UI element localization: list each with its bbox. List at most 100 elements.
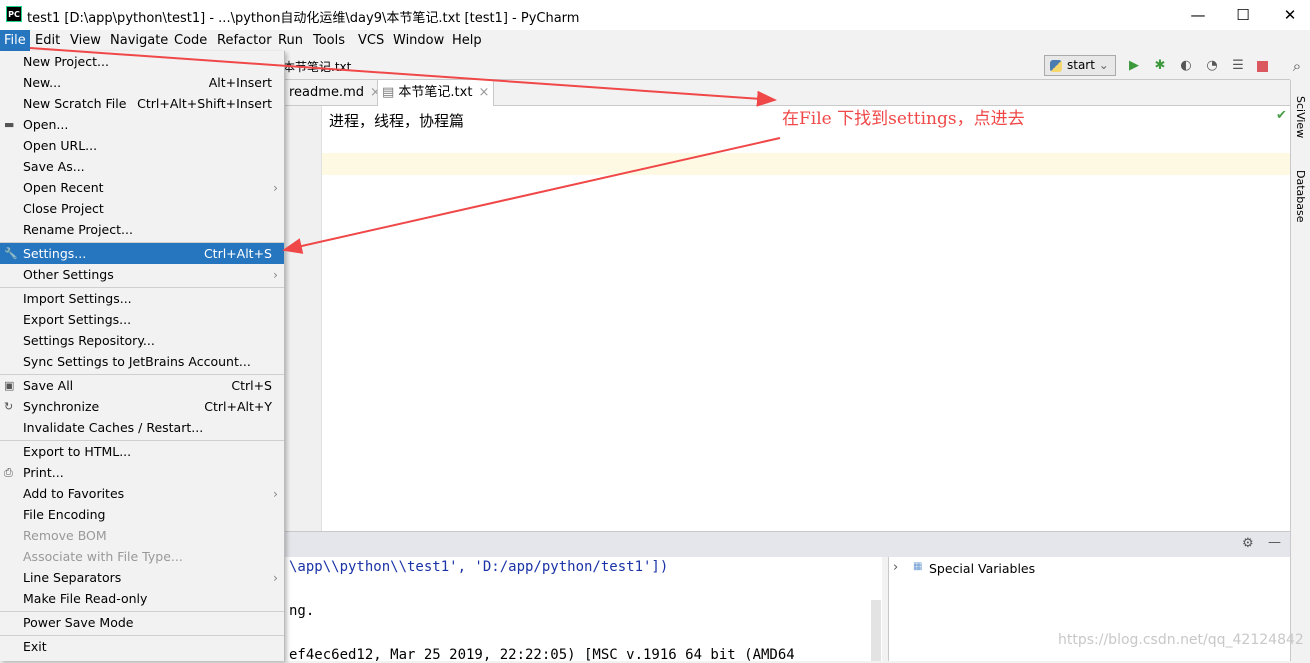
sync-icon: ↻	[4, 400, 14, 413]
text-file-icon: ▤	[382, 85, 399, 100]
menu-window[interactable]: Window	[389, 30, 448, 51]
maximize-button[interactable]: ☐	[1228, 4, 1258, 26]
menu-item-make-file-read-only[interactable]: Make File Read-only	[0, 588, 284, 609]
right-tool-strip: SciView Database	[1290, 80, 1310, 661]
file-menu: New Project... New... Alt+Insert New Scratc…	[0, 51, 285, 661]
menu-item-close-project[interactable]: Close Project	[0, 198, 284, 219]
menu-item-import-settings[interactable]: Import Settings...	[0, 288, 284, 309]
stop-icon[interactable]	[1257, 61, 1268, 72]
submenu-arrow-icon: ›	[273, 570, 278, 585]
wrench-icon: 🔧	[4, 247, 18, 260]
menu-item-label: Open URL...	[23, 138, 98, 153]
menu-vcs[interactable]: VCS	[354, 30, 388, 51]
search-icon[interactable]: ⌕	[1289, 58, 1305, 74]
menu-refactor[interactable]: Refactor	[213, 30, 276, 51]
gear-icon[interactable]: ⚙	[1242, 536, 1254, 551]
menu-item-open-recent[interactable]: Open Recent ›	[0, 177, 284, 198]
python-console[interactable]: \app\\python\\test1', 'D:/app/python/tes…	[285, 557, 882, 663]
menu-item-label: Exit	[23, 639, 47, 654]
sciview-tool[interactable]: SciView	[1294, 96, 1307, 138]
menu-item-label: Remove BOM	[23, 528, 107, 543]
menu-item-add-to-favorites[interactable]: Add to Favorites ›	[0, 483, 284, 504]
title-bar: PC test1 [D:\app\python\test1] - ...\pyt…	[0, 0, 1310, 30]
menu-code[interactable]: Code	[170, 30, 211, 51]
menu-item-sync-settings-to-jetbrains-account[interactable]: Sync Settings to JetBrains Account...	[0, 351, 284, 372]
window-title: test1 [D:\app\python\test1] - ...\python…	[27, 11, 580, 26]
tab-label: readme.md	[289, 85, 364, 100]
menu-item-export-to-html[interactable]: Export to HTML...	[0, 441, 284, 462]
menu-item-open-url[interactable]: Open URL...	[0, 135, 284, 156]
menu-item-file-encoding[interactable]: File Encoding	[0, 504, 284, 525]
menu-item-new-scratch-file[interactable]: New Scratch File Ctrl+Alt+Shift+Insert	[0, 93, 284, 114]
menu-navigate[interactable]: Navigate	[106, 30, 172, 51]
submenu-arrow-icon: ›	[273, 267, 278, 282]
tab-notes[interactable]: ▤ 本节笔记.txt ×	[377, 80, 495, 106]
menu-tools[interactable]: Tools	[309, 30, 349, 51]
menu-item-invalidate-caches-restart[interactable]: Invalidate Caches / Restart...	[0, 417, 284, 438]
menu-item-new-project[interactable]: New Project...	[0, 51, 284, 72]
current-line	[322, 153, 1290, 175]
menu-item-label: Settings Repository...	[23, 333, 155, 348]
shortcut: Alt+Insert	[208, 75, 272, 90]
python-icon	[1050, 60, 1062, 72]
inspection-ok-icon: ✔	[1276, 108, 1287, 123]
menu-item-settings[interactable]: 🔧 Settings... Ctrl+Alt+S	[0, 243, 284, 264]
shortcut: Ctrl+S	[231, 378, 272, 393]
menu-item-label: Synchronize	[23, 399, 100, 414]
hide-icon[interactable]: —	[1268, 535, 1281, 550]
shortcut: Ctrl+Alt+Shift+Insert	[137, 96, 272, 111]
menu-item-label: Import Settings...	[23, 291, 132, 306]
save-icon: ▣	[4, 379, 15, 392]
menu-view[interactable]: View	[66, 30, 105, 51]
special-variables[interactable]: Special Variables	[929, 561, 1035, 576]
profile-icon[interactable]: ◔	[1204, 58, 1220, 74]
menu-edit[interactable]: Edit	[31, 30, 64, 51]
menu-item-power-save-mode[interactable]: Power Save Mode	[0, 612, 284, 633]
pycharm-logo: PC	[6, 6, 22, 22]
coverage-icon[interactable]: ◐	[1178, 58, 1194, 74]
menu-item-label: Settings...	[23, 246, 87, 261]
submenu-arrow-icon: ›	[273, 180, 278, 195]
menu-item-label: Rename Project...	[23, 222, 133, 237]
menu-item-label: Associate with File Type...	[23, 549, 183, 564]
menu-help[interactable]: Help	[448, 30, 486, 51]
database-tool[interactable]: Database	[1294, 170, 1307, 223]
menu-item-save-as[interactable]: Save As...	[0, 156, 284, 177]
debug-icon[interactable]: ✱	[1152, 58, 1168, 74]
menu-item-synchronize[interactable]: ↻ Synchronize Ctrl+Alt+Y	[0, 396, 284, 417]
tab-label: 本节笔记.txt	[398, 85, 473, 100]
menu-item-settings-repository[interactable]: Settings Repository...	[0, 330, 284, 351]
menu-item-label: Save All	[23, 378, 74, 393]
annotation-text: 在File 下找到settings，点进去	[782, 109, 1025, 129]
tab-readme[interactable]: readme.md ×	[285, 80, 385, 106]
concurrency-icon[interactable]: ☰	[1230, 58, 1246, 74]
editor-gutter	[285, 106, 322, 531]
menu-item-label: Export Settings...	[23, 312, 132, 327]
menu-item-label: Invalidate Caches / Restart...	[23, 420, 204, 435]
expand-icon[interactable]: ›	[893, 560, 898, 575]
console-scrollbar[interactable]	[871, 600, 881, 661]
menu-item-print[interactable]: ⎙ Print...	[0, 462, 284, 483]
menu-item-rename-project[interactable]: Rename Project...	[0, 219, 284, 240]
menu-item-label: Add to Favorites	[23, 486, 125, 501]
menu-item-other-settings[interactable]: Other Settings ›	[0, 264, 284, 285]
menu-file[interactable]: File	[0, 30, 30, 51]
editor-text[interactable]: 进程，线程，协程篇	[329, 110, 464, 131]
run-icon[interactable]: ▶	[1126, 58, 1142, 74]
variables-icon: ▦	[913, 561, 923, 572]
folder-icon: ▬	[4, 118, 15, 131]
menu-item-new[interactable]: New... Alt+Insert	[0, 72, 284, 93]
menu-item-exit[interactable]: Exit	[0, 636, 284, 657]
close-tab-icon[interactable]: ×	[478, 85, 489, 100]
menu-item-label: Power Save Mode	[23, 615, 134, 630]
breadcrumb[interactable]: 本节笔记.txt	[283, 58, 351, 75]
close-button[interactable]: ✕	[1275, 4, 1305, 26]
menu-item-save-all[interactable]: ▣ Save All Ctrl+S	[0, 375, 284, 396]
menu-run[interactable]: Run	[274, 30, 307, 51]
minimize-button[interactable]: —	[1183, 4, 1213, 26]
menu-item-label: New...	[23, 75, 62, 90]
menu-item-open[interactable]: ▬ Open...	[0, 114, 284, 135]
menu-item-export-settings[interactable]: Export Settings...	[0, 309, 284, 330]
run-config-dropdown[interactable]: start ⌄	[1044, 55, 1116, 76]
menu-item-line-separators[interactable]: Line Separators ›	[0, 567, 284, 588]
